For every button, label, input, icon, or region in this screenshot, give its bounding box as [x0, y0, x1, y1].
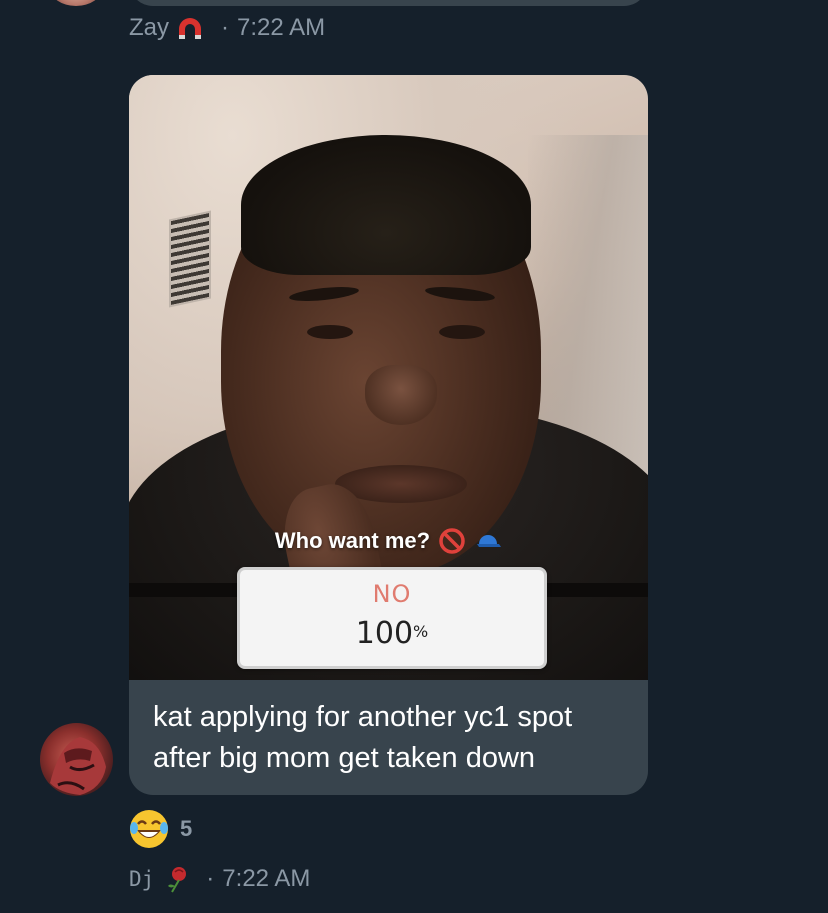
avatar-illustration: [50, 737, 106, 795]
no-entry-icon: [439, 528, 465, 554]
message-meta: Dj · 7:22 AM: [129, 864, 310, 894]
message-photo[interactable]: Who want me? NO 100%: [129, 75, 648, 680]
photo-left-eye: [307, 325, 353, 339]
poll-option-label: NO: [372, 580, 412, 608]
message-reaction[interactable]: 5: [128, 808, 192, 850]
sender-avatar[interactable]: [40, 723, 113, 796]
photo-nose: [365, 365, 437, 425]
poll-percent-value: 100: [355, 616, 414, 651]
laughing-icon: [130, 810, 168, 848]
photo-wall-vent: [169, 210, 211, 308]
poll-question: Who want me?: [129, 527, 648, 555]
poll-result-card: NO 100%: [237, 567, 547, 669]
previous-message-meta: Zay · 7:22 AM: [129, 13, 325, 43]
magnet-icon: [179, 18, 202, 39]
message-time: 7:22 AM: [222, 865, 311, 892]
meta-separator: ·: [221, 14, 230, 41]
message-bubble[interactable]: Who want me? NO 100% kat applying for an…: [129, 75, 648, 795]
reaction-count: 5: [180, 816, 193, 841]
previous-message-time: 7:22 AM: [237, 14, 326, 41]
message-text: kat applying for another yc1 spot after …: [153, 701, 573, 774]
poll-question-text: Who want me?: [274, 528, 431, 553]
sender-name: Dj: [129, 867, 155, 891]
dm-conversation: Zay · 7:22 AM Who want me? NO 100% kat a…: [0, 0, 828, 913]
poll-percent-unit: %: [413, 622, 429, 641]
rose-icon: [168, 867, 187, 893]
meta-separator: ·: [206, 865, 215, 892]
photo-right-eye: [439, 325, 485, 339]
photo-hair: [241, 135, 531, 275]
cap-icon: [477, 535, 502, 547]
poll-percent: 100%: [240, 616, 544, 651]
previous-sender-name: Zay: [129, 14, 170, 41]
previous-message-bubble[interactable]: [129, 0, 648, 6]
previous-sender-avatar[interactable]: [50, 0, 102, 6]
